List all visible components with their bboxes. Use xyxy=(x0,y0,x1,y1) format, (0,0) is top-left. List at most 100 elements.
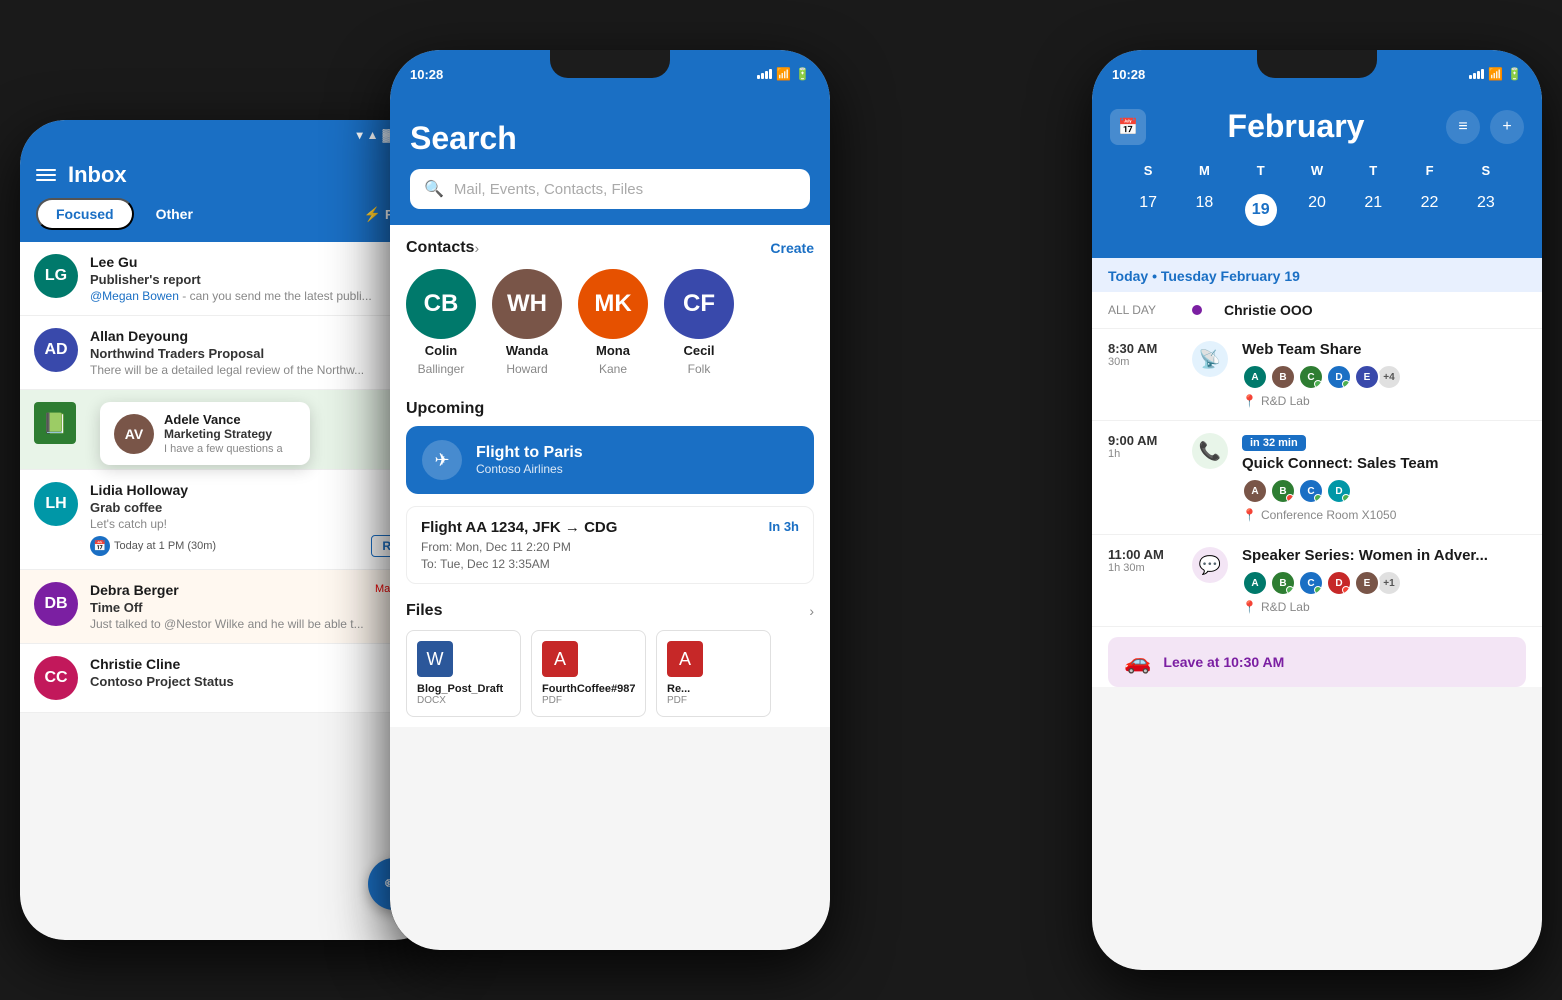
attendee-avatar: D xyxy=(1326,364,1352,390)
contact-avatar-mona: MK xyxy=(578,269,648,339)
attendee-avatar: D xyxy=(1326,478,1352,504)
avatar: LG xyxy=(34,254,78,298)
files-header: Files › xyxy=(406,602,814,620)
flight-time-label: In 3h xyxy=(769,519,799,534)
email-item[interactable]: LH Lidia Holloway Mar 23 Grab coffee Let… xyxy=(20,470,440,570)
leave-text: Leave at 10:30 AM xyxy=(1163,654,1284,670)
search-body: Contacts › Create CB Colin Ballinger WH … xyxy=(390,225,830,727)
attendee-avatar: B xyxy=(1270,364,1296,390)
attendee-avatar: B xyxy=(1270,570,1296,596)
date-22[interactable]: 22 xyxy=(1401,188,1457,232)
add-event-button[interactable]: + xyxy=(1490,110,1524,144)
signal-bars-right xyxy=(1469,69,1484,79)
calendar-icon-header: 📅 xyxy=(1110,109,1146,145)
signal-icon: ▲ xyxy=(367,128,379,142)
phone-search: 10:28 📶 🔋 Search 🔍 Mail, Events, Contact… xyxy=(390,50,830,950)
date-18[interactable]: 18 xyxy=(1176,188,1232,232)
calendar-month: February xyxy=(1228,108,1365,145)
files-chevron-icon: › xyxy=(809,603,814,619)
flight-route: Flight AA 1234, JFK → CDG xyxy=(421,519,617,536)
create-button[interactable]: Create xyxy=(770,240,814,256)
leave-banner[interactable]: 🚗 Leave at 10:30 AM xyxy=(1108,637,1526,687)
date-21[interactable]: 21 xyxy=(1345,188,1401,232)
avatar: DB xyxy=(34,582,78,626)
inbox-tabs: Focused Other ⚡ Filters xyxy=(36,198,424,234)
calendar-icon: 📅 xyxy=(90,536,110,556)
allday-event[interactable]: ALL DAY Christie OOO xyxy=(1092,292,1542,329)
notch-right xyxy=(1257,50,1377,78)
attendees-row: A B C D xyxy=(1242,364,1526,390)
date-23[interactable]: 23 xyxy=(1458,188,1514,232)
flight-icon: ✈ xyxy=(422,440,462,480)
tab-focused[interactable]: Focused xyxy=(36,198,134,230)
flight-title: Flight to Paris xyxy=(476,444,583,462)
event-speaker-series[interactable]: 11:00 AM 1h 30m 💬 Speaker Series: Women … xyxy=(1092,535,1542,627)
flight-card[interactable]: ✈ Flight to Paris Contoso Airlines xyxy=(406,426,814,494)
email-item[interactable]: LG Lee Gu Mar 23 Publisher's report @Meg… xyxy=(20,242,440,316)
search-title: Search xyxy=(410,120,810,157)
flight-detail-card[interactable]: Flight AA 1234, JFK → CDG In 3h From: Mo… xyxy=(406,506,814,584)
attendee-avatar: C xyxy=(1298,364,1324,390)
event-icon-speaker: 💬 xyxy=(1192,547,1228,583)
file-card-blog[interactable]: W Blog_Post_Draft DOCX xyxy=(406,630,521,717)
file-card-re[interactable]: A Re... PDF xyxy=(656,630,771,717)
upcoming-section-title: Upcoming xyxy=(390,390,830,426)
attendee-avatar: D xyxy=(1326,570,1352,596)
in-minutes-badge: in 32 min xyxy=(1242,435,1306,451)
contacts-row: CB Colin Ballinger WH Wanda Howard MK Mo… xyxy=(390,265,830,390)
event-web-team[interactable]: 8:30 AM 30m 📡 Web Team Share A B xyxy=(1092,329,1542,421)
contact-avatar-cecil: CF xyxy=(664,269,734,339)
contact-item-wanda[interactable]: WH Wanda Howard xyxy=(492,269,562,376)
date-19[interactable]: 19 xyxy=(1233,188,1289,232)
contact-avatar-wanda: WH xyxy=(492,269,562,339)
notch xyxy=(550,50,670,78)
email-item[interactable]: CC Christie Cline Contoso Project Status xyxy=(20,644,440,713)
today-label: Today • Tuesday February 19 xyxy=(1092,258,1542,292)
search-input[interactable]: Mail, Events, Contacts, Files xyxy=(454,181,643,198)
attendee-avatar: A xyxy=(1242,364,1268,390)
phone-calendar: 10:28 📶 🔋 📅 February ≡ + S xyxy=(1092,50,1542,970)
calendar-header: 📅 February ≡ + S M T W T F S 17 18 xyxy=(1092,90,1542,258)
wifi-icon: ▾ xyxy=(357,128,363,142)
flight-to: To: Tue, Dec 12 3:35AM xyxy=(421,557,799,571)
menu-icon[interactable] xyxy=(36,169,56,181)
date-row: 17 18 19 20 21 22 23 xyxy=(1110,188,1524,244)
inbox-title: Inbox xyxy=(68,162,127,188)
date-20[interactable]: 20 xyxy=(1289,188,1345,232)
attendee-avatar: C xyxy=(1298,478,1324,504)
signal-bars xyxy=(757,69,772,79)
tab-other[interactable]: Other xyxy=(138,198,211,230)
battery-icon-right: 🔋 xyxy=(1507,67,1522,81)
flight-subtitle: Contoso Airlines xyxy=(476,462,583,476)
event-quick-connect[interactable]: 9:00 AM 1h 📞 in 32 min Quick Connect: Sa… xyxy=(1092,421,1542,535)
contact-item-cecil[interactable]: CF Cecil Folk xyxy=(664,269,734,376)
book-icon: 📗 xyxy=(34,402,76,444)
attendee-avatar: E xyxy=(1354,364,1380,390)
date-17[interactable]: 17 xyxy=(1120,188,1176,232)
status-time-right: 10:28 xyxy=(1112,67,1145,82)
status-bar-left: ▾ ▲ ▓ 10:28 xyxy=(20,120,440,150)
contact-item-mona[interactable]: MK Mona Kane xyxy=(578,269,648,376)
list-view-button[interactable]: ≡ xyxy=(1446,110,1480,144)
word-icon: W xyxy=(417,641,453,677)
email-item[interactable]: AD Allan Deyoung Mar 23 Northwind Trader… xyxy=(20,316,440,390)
email-list: LG Lee Gu Mar 23 Publisher's report @Meg… xyxy=(20,242,440,713)
email-item[interactable]: DB Debra Berger Mar 23 🚩 Time Off Just t… xyxy=(20,570,440,644)
attendee-avatar: A xyxy=(1242,478,1268,504)
contacts-section-title: Contacts xyxy=(406,239,474,257)
phone-inbox: ▾ ▲ ▓ 10:28 Inbox Focused Other ⚡ Filter… xyxy=(20,120,440,940)
flight-from: From: Mon, Dec 11 2:20 PM xyxy=(421,540,799,554)
contact-item-colin[interactable]: CB Colin Ballinger xyxy=(406,269,476,376)
search-bar[interactable]: 🔍 Mail, Events, Contacts, Files xyxy=(410,169,810,209)
pdf-icon: A xyxy=(542,641,578,677)
event-icon-web: 📡 xyxy=(1192,341,1228,377)
calendar-body: Today • Tuesday February 19 ALL DAY Chri… xyxy=(1092,258,1542,687)
allday-dot xyxy=(1192,305,1202,315)
email-item[interactable]: 📗 AV Adele Vance Marketing Strategy I ha… xyxy=(20,390,440,470)
file-card-coffee[interactable]: A FourthCoffee#987 PDF xyxy=(531,630,646,717)
files-section: Files › W Blog_Post_Draft DOCX A FourthC… xyxy=(390,592,830,727)
day-headers: S M T W T F S xyxy=(1110,159,1524,182)
avatar: AV xyxy=(114,414,154,454)
wifi-icon-middle: 📶 xyxy=(776,67,791,81)
files-row: W Blog_Post_Draft DOCX A FourthCoffee#98… xyxy=(406,630,814,717)
